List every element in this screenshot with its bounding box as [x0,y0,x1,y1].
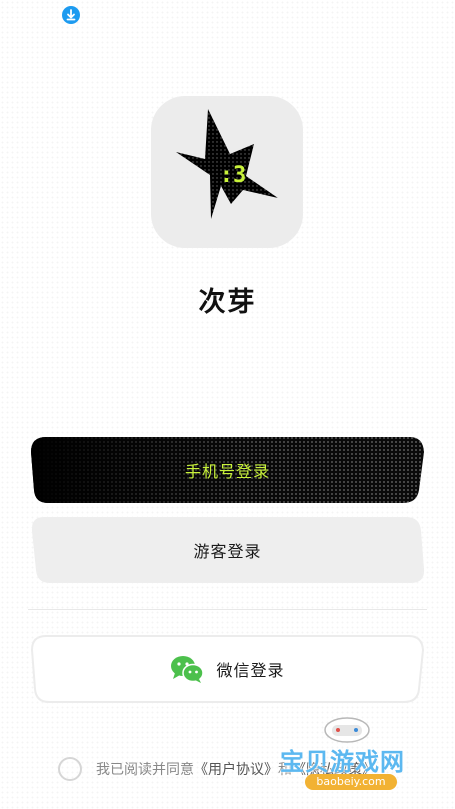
status-bar [0,0,455,32]
guest-login-label: 游客登录 [193,542,262,561]
agreement-prefix: 我已阅读并同意 [96,762,194,778]
privacy-policy-link[interactable]: 《隐私政策》 [292,759,376,779]
agreement-checkbox[interactable] [58,757,82,781]
app-name: 次芽 [198,287,257,318]
logo-face-text: :3 [220,163,247,188]
wechat-login-button[interactable]: 微信登录 [30,634,425,704]
guest-login-button[interactable]: 游客登录 [30,516,425,584]
agreement-row: 我已阅读并同意 《用户协议》 和 《隐私政策》 [58,756,376,782]
divider [28,609,427,610]
phone-login-label: 手机号登录 [184,462,270,481]
phone-login-button[interactable]: 手机号登录 [30,436,425,504]
wechat-icon [170,654,205,684]
user-agreement-link[interactable]: 《用户协议》 [194,759,278,779]
download-icon [62,6,80,24]
wechat-login-label: 微信登录 [216,661,285,680]
agreement-conjunction: 和 [278,762,292,778]
app-logo: :3 [151,96,303,248]
